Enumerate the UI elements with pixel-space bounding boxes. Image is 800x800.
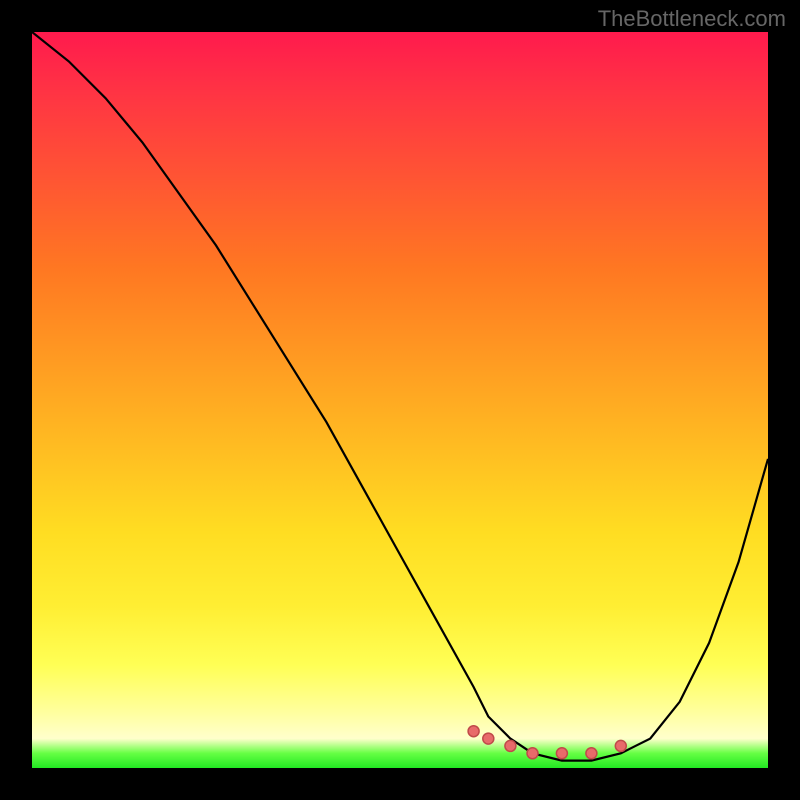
- bottleneck-curve-line: [32, 32, 768, 761]
- optimal-marker: [505, 740, 516, 751]
- optimal-marker: [586, 748, 597, 759]
- watermark-text: TheBottleneck.com: [598, 6, 786, 32]
- chart-svg: [32, 32, 768, 768]
- optimal-marker: [527, 748, 538, 759]
- optimal-marker: [615, 740, 626, 751]
- optimal-marker: [556, 748, 567, 759]
- optimal-range-markers: [468, 726, 626, 759]
- chart-plot-area: [32, 32, 768, 768]
- optimal-marker: [483, 733, 494, 744]
- optimal-marker: [468, 726, 479, 737]
